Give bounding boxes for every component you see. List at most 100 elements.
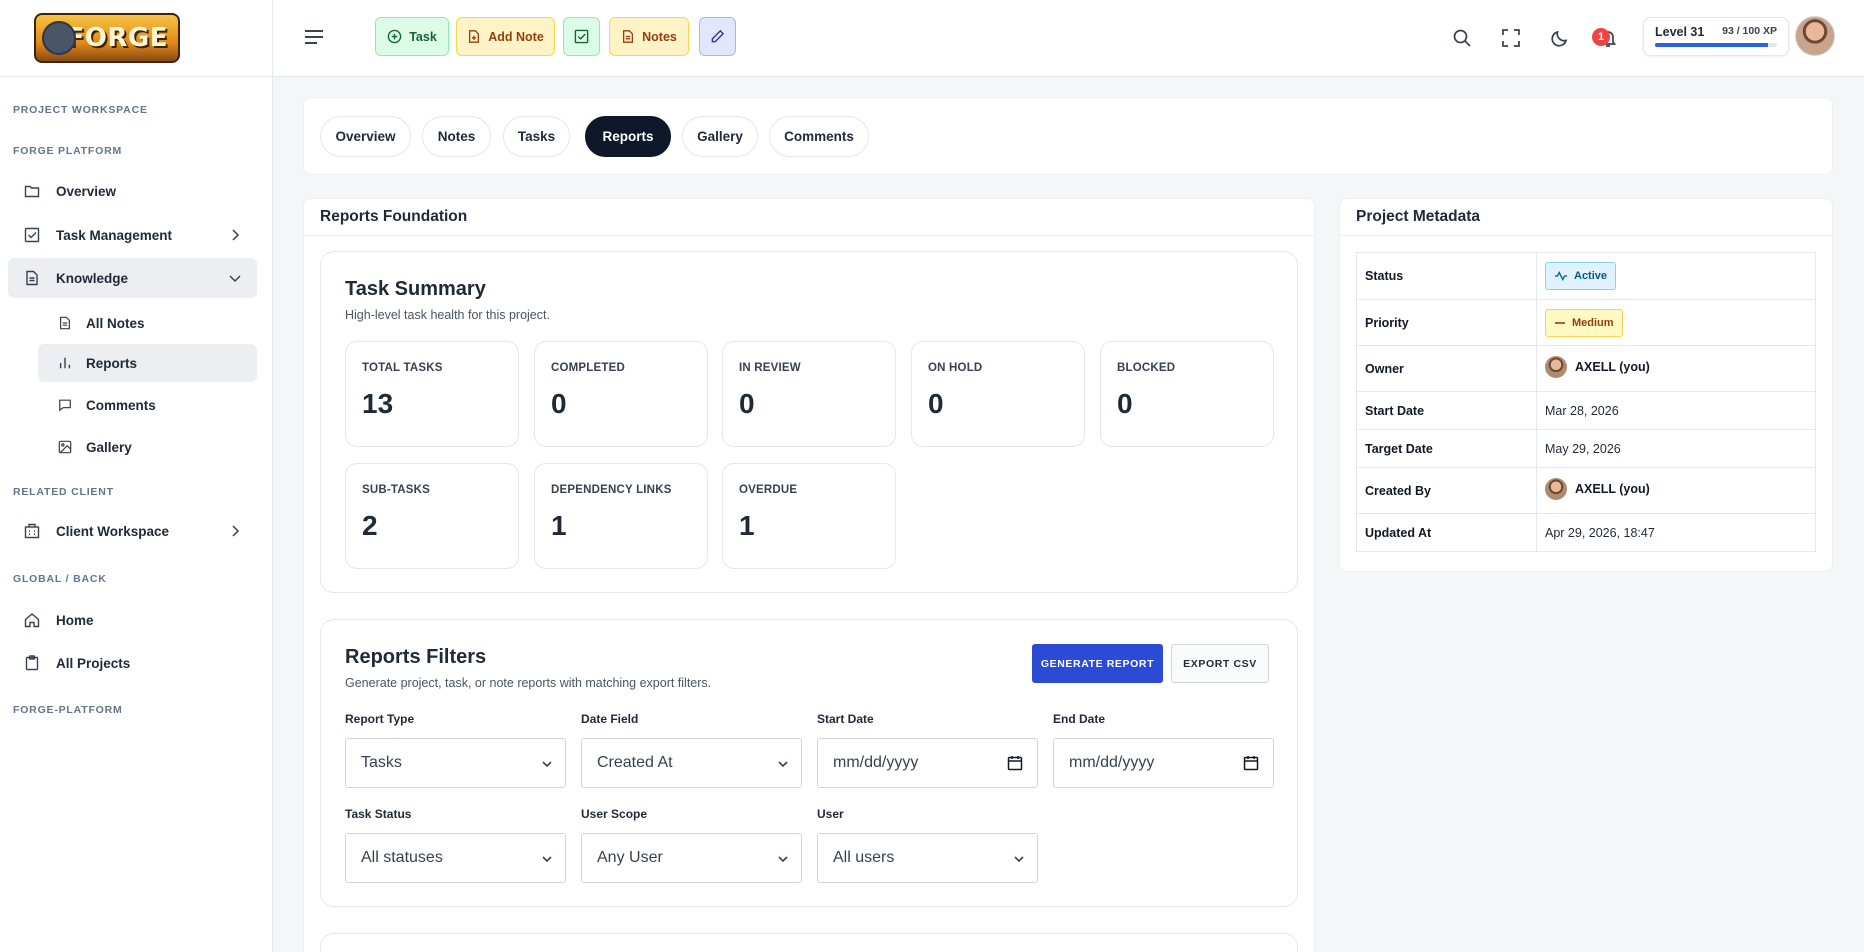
end-date-label: End Date	[1053, 712, 1106, 726]
metadata-row: Owner AXELL (you)	[1356, 345, 1816, 392]
priority-badge: Medium	[1545, 308, 1623, 337]
clipboard-icon	[24, 655, 40, 671]
stat-card: ON HOLD 0	[911, 341, 1085, 447]
document-icon	[24, 270, 40, 286]
user-scope-label: User Scope	[581, 807, 648, 821]
sidebar-item-all-projects[interactable]: All Projects	[8, 643, 257, 683]
tab-gallery[interactable]: Gallery	[682, 116, 758, 157]
user-select[interactable]: All users	[817, 833, 1038, 883]
date-field-select[interactable]: Created At	[581, 738, 802, 788]
stat-label: BLOCKED	[1117, 362, 1176, 374]
sidebar-item-reports[interactable]: Reports	[38, 344, 257, 382]
stat-card: OVERDUE 1	[722, 463, 896, 569]
calendar-icon[interactable]	[1007, 755, 1023, 771]
quick-notes-button[interactable]: Notes	[609, 17, 689, 56]
target-date-key: Target Date	[1356, 429, 1537, 468]
xp-progress-fill	[1655, 43, 1769, 47]
chat-bubble-icon	[58, 398, 72, 412]
metadata-row: Target Date May 29, 2026	[1356, 429, 1816, 468]
end-date-input[interactable]: mm/dd/yyyy	[1053, 738, 1274, 788]
sidebar-item-client-workspace[interactable]: Client Workspace	[8, 511, 257, 551]
task-status-select[interactable]: All statuses	[345, 833, 566, 883]
metadata-row: Created By AXELL (you)	[1356, 467, 1816, 514]
building-icon	[24, 523, 40, 539]
user-scope-select[interactable]: Any User	[581, 833, 802, 883]
status-text: Active	[1574, 270, 1608, 282]
card-title: Project Metadata	[1340, 199, 1832, 236]
tab-bar: Overview Notes Tasks Reports Gallery Com…	[303, 97, 1833, 175]
notification-badge: 1	[1592, 28, 1610, 46]
created-by-key: Created By	[1356, 467, 1537, 514]
stat-label: OVERDUE	[739, 484, 798, 496]
priority-text: Medium	[1572, 316, 1614, 329]
quick-task-label: Task	[409, 29, 437, 44]
stat-value: 0	[739, 388, 755, 419]
export-csv-button[interactable]: EXPORT CSV	[1171, 644, 1269, 683]
quick-add-note-button[interactable]: Add Note	[456, 17, 555, 56]
section-forge-platform-lower: FORGE-PLATFORM	[13, 704, 123, 716]
priority-key: Priority	[1356, 299, 1537, 346]
report-type-select[interactable]: Tasks	[345, 738, 566, 788]
quick-check-button[interactable]	[563, 17, 600, 56]
logo[interactable]: FORGE	[0, 0, 272, 77]
stat-label: IN REVIEW	[739, 362, 801, 374]
metadata-table: Status Active Priority Medium Owner AXEL…	[1356, 252, 1816, 552]
next-section-card	[320, 933, 1298, 952]
metadata-row: Start Date Mar 28, 2026	[1356, 391, 1816, 430]
stat-value: 1	[551, 510, 567, 541]
tab-reports[interactable]: Reports	[585, 116, 671, 157]
sidebar: FORGE PROJECT WORKSPACE FORGE PLATFORM O…	[0, 0, 273, 952]
xp-card[interactable]: Level 31 93 / 100 XP	[1643, 17, 1789, 56]
sidebar-item-label: All Projects	[56, 655, 131, 671]
plus-circle-icon	[387, 29, 402, 44]
task-summary-title: Task Summary	[345, 278, 486, 300]
stat-card: SUB-TASKS 2	[345, 463, 519, 569]
metadata-row: Updated At Apr 29, 2026, 18:47	[1356, 513, 1816, 552]
card-title: Reports Foundation	[304, 199, 1314, 236]
quick-edit-button[interactable]	[699, 17, 736, 56]
sidebar-item-knowledge[interactable]: Knowledge	[8, 258, 257, 298]
owner-value: AXELL (you)	[1536, 345, 1816, 392]
sidebar-item-task-management[interactable]: Task Management	[8, 215, 257, 255]
search-icon[interactable]	[1452, 28, 1472, 48]
tab-tasks[interactable]: Tasks	[503, 116, 570, 157]
filters-title: Reports Filters	[345, 646, 487, 668]
metadata-row: Status Active	[1356, 252, 1816, 300]
chevron-down-icon	[778, 761, 788, 768]
stat-card: DEPENDENCY LINKS 1	[534, 463, 708, 569]
minus-icon	[1555, 321, 1565, 324]
sidebar-item-overview[interactable]: Overview	[8, 171, 257, 211]
topbar: Task Add Note Notes	[273, 0, 1864, 77]
sidebar-item-comments[interactable]: Comments	[38, 386, 257, 424]
section-forge-platform: FORGE PLATFORM	[13, 145, 122, 157]
quick-add-note-label: Add Note	[488, 29, 544, 44]
sidebar-item-all-notes[interactable]: All Notes	[38, 304, 257, 342]
sidebar-item-label: Overview	[56, 183, 117, 199]
tab-overview[interactable]: Overview	[320, 116, 411, 157]
xp-text: 93 / 100 XP	[1722, 25, 1777, 37]
stat-label: COMPLETED	[551, 362, 625, 374]
start-date-key: Start Date	[1356, 391, 1537, 430]
tab-comments[interactable]: Comments	[769, 116, 869, 157]
menu-icon[interactable]	[304, 28, 324, 46]
chevron-down-icon	[1014, 856, 1024, 863]
stat-card: BLOCKED 0	[1100, 341, 1274, 447]
quick-add-task-button[interactable]: Task	[375, 17, 449, 56]
fullscreen-icon[interactable]	[1501, 28, 1521, 48]
generate-report-button[interactable]: GENERATE REPORT	[1032, 644, 1163, 683]
start-date-input[interactable]: mm/dd/yyyy	[817, 738, 1038, 788]
sidebar-item-home[interactable]: Home	[8, 600, 257, 640]
start-date-value: Mar 28, 2026	[1536, 391, 1816, 430]
user-label: User	[817, 807, 844, 821]
moon-icon[interactable]	[1550, 28, 1570, 48]
chevron-down-icon	[542, 761, 552, 768]
image-icon	[58, 440, 72, 454]
calendar-icon[interactable]	[1243, 755, 1259, 771]
sidebar-item-gallery[interactable]: Gallery	[38, 428, 257, 466]
sidebar-item-label: Knowledge	[56, 270, 129, 286]
avatar[interactable]	[1795, 16, 1835, 56]
tab-notes[interactable]: Notes	[422, 116, 491, 157]
section-project-workspace: PROJECT WORKSPACE	[13, 104, 148, 116]
owner-name: AXELL (you)	[1575, 360, 1650, 374]
sidebar-item-label: Home	[56, 612, 94, 628]
